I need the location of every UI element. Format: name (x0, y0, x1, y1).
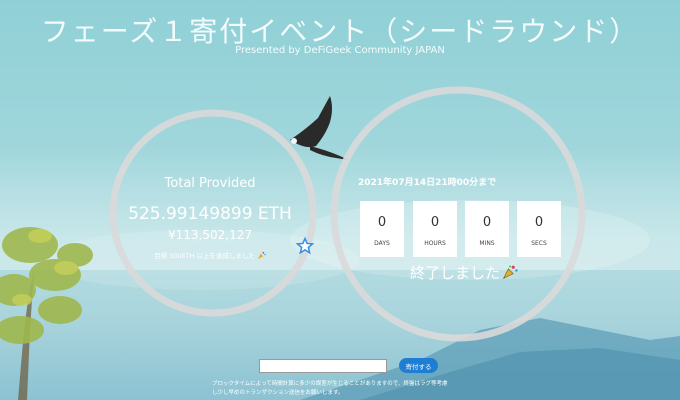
total-jpy-amount: ¥113,502,127 (168, 228, 252, 242)
notice-line: し少し早めのトランザクション送信をお願いします。 (212, 390, 344, 396)
total-eth-amount: 525.99149899 ETH (128, 204, 292, 224)
party-popper-icon (257, 251, 266, 262)
countdown-mins: 0 MINS (465, 201, 509, 257)
countdown-value: 0 (482, 215, 492, 230)
countdown-value: 0 (534, 215, 544, 230)
page-subtitle: Presented by DeFiGeek Community JAPAN (235, 45, 445, 56)
countdown-value: 0 (377, 215, 387, 230)
ended-text: 終了しました (410, 264, 501, 282)
page-title: フェーズ１寄付イベント（シードラウンド） (40, 15, 640, 48)
deadline-text: 2021年07月14日21時00分まで (358, 178, 497, 188)
countdown-days: 0 DAYS (360, 201, 404, 257)
countdown-secs: 0 SECS (517, 201, 561, 257)
goal-status-text: 目標 300ETH 以上を達成しました (106, 250, 314, 262)
total-provided-label: Total Provided (164, 176, 256, 191)
tree-foliage (0, 227, 93, 344)
countdown-label: HOURS (424, 240, 446, 247)
donate-button[interactable]: 寄付する (399, 358, 438, 373)
notice-line: ブロックタイムによって時間計算に多少の誤差が生じることがありますので、終盤はラグ… (212, 381, 448, 387)
countdown-label: DAYS (374, 240, 390, 247)
countdown-value: 0 (430, 215, 440, 230)
star-icon (296, 237, 314, 255)
countdown-hours: 0 HOURS (413, 201, 457, 257)
countdown-label: SECS (531, 240, 547, 247)
goal-text: 目標 300ETH 以上を達成しました (153, 252, 255, 260)
notice-text: ブロックタイムによって時間計算に多少の誤差が生じることがありますので、終盤はラグ… (212, 380, 470, 398)
party-popper-icon (502, 264, 518, 284)
ended-message: 終了しました (410, 262, 518, 284)
donation-amount-input[interactable] (259, 359, 387, 373)
countdown-label: MINS (479, 240, 495, 247)
